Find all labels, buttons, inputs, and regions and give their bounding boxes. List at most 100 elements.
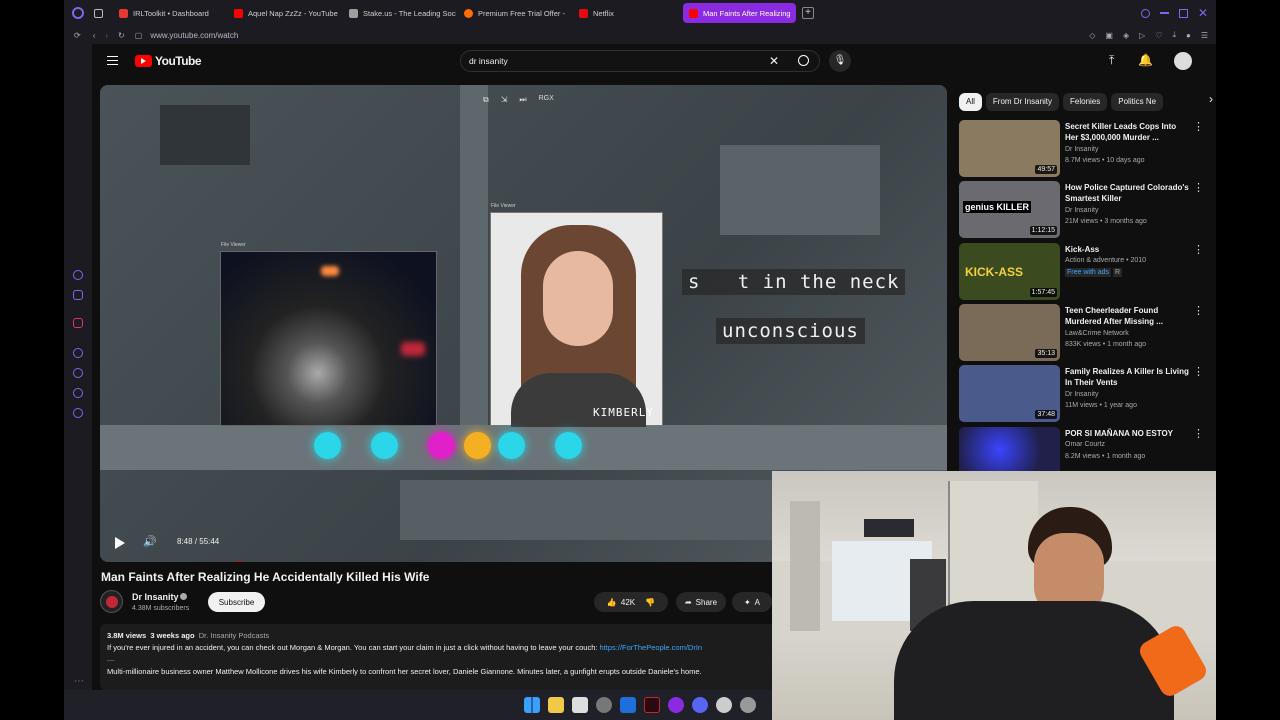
more-options-icon[interactable]: ⋮ bbox=[1193, 427, 1204, 440]
timeline-dot bbox=[428, 432, 455, 459]
search-input[interactable]: dr insanity ✕ bbox=[460, 50, 820, 72]
skip-icon[interactable]: ⏭ bbox=[519, 95, 526, 105]
close-icon[interactable]: ✕ bbox=[1198, 6, 1208, 20]
refresh-icon[interactable]: ↻ bbox=[118, 31, 125, 40]
description-link[interactable]: https://ForThePeople.com/DrIn bbox=[600, 643, 703, 652]
browser-logo-icon[interactable] bbox=[72, 7, 84, 19]
back-icon[interactable]: ‹ bbox=[93, 31, 96, 40]
more-options-icon[interactable]: ⋮ bbox=[1193, 304, 1204, 317]
timeline-dot bbox=[498, 432, 525, 459]
upload-icon[interactable]: ⤒ bbox=[1109, 53, 1114, 68]
bookmark-icon[interactable]: ◇ bbox=[1089, 31, 1095, 40]
more-options-icon[interactable]: ⋮ bbox=[1193, 181, 1204, 194]
tab-irltoolkit[interactable]: IRLToolkit • Dashboard bbox=[113, 3, 226, 23]
shield-icon[interactable]: ◈ bbox=[1123, 31, 1129, 40]
sidebar-more-icon[interactable]: ⋯ bbox=[74, 676, 84, 687]
editor-icon[interactable] bbox=[620, 697, 636, 713]
tab-premium-trial[interactable]: Premium Free Trial Offer - bbox=[458, 3, 571, 23]
screenshot-icon[interactable]: ▣ bbox=[1105, 31, 1113, 40]
related-video-item[interactable]: 37:48 Family Realizes A Killer Is Living… bbox=[959, 365, 1204, 422]
more-action-button[interactable]: ✦ A bbox=[732, 592, 772, 612]
like-button[interactable]: 👍 42K 👎 bbox=[594, 592, 668, 612]
verified-icon bbox=[180, 593, 187, 600]
new-tab-button[interactable]: + bbox=[802, 7, 814, 19]
gear-icon[interactable] bbox=[740, 697, 756, 713]
video-thumbnail[interactable]: 35:13 bbox=[959, 304, 1060, 361]
more-options-icon[interactable]: ⋮ bbox=[1193, 120, 1204, 133]
minimize-icon[interactable] bbox=[1159, 12, 1169, 14]
tab-netflix[interactable]: Netflix bbox=[573, 3, 681, 23]
rating-badge: R bbox=[1112, 268, 1123, 277]
browser-icon[interactable] bbox=[668, 697, 684, 713]
play-icon[interactable]: ▷ bbox=[1139, 31, 1145, 40]
sparkle-icon: ✦ bbox=[743, 597, 751, 607]
timeline-dot bbox=[314, 432, 341, 459]
youtube-logo[interactable]: YouTube bbox=[135, 54, 202, 68]
search-icon[interactable] bbox=[1140, 8, 1150, 18]
chips-next-icon[interactable]: › bbox=[1209, 92, 1213, 106]
more-options-icon[interactable]: ⋮ bbox=[1193, 365, 1204, 378]
premium-favicon-icon bbox=[464, 8, 473, 18]
related-video-item[interactable]: KICK-ASS 1:57:45 Kick-Ass Action & advent… bbox=[959, 243, 1204, 300]
copy-icon[interactable]: ⧉ bbox=[483, 95, 489, 105]
video-thumbnail[interactable]: 49:57 bbox=[959, 120, 1060, 177]
tab-stake[interactable]: Stake.us - The Leading Social bbox=[343, 3, 456, 23]
chat-icon[interactable] bbox=[73, 388, 83, 398]
forward-icon[interactable]: › bbox=[105, 31, 108, 40]
aria-icon[interactable] bbox=[73, 290, 83, 300]
hamburger-menu-icon[interactable] bbox=[107, 56, 118, 65]
maximize-icon[interactable] bbox=[1178, 8, 1188, 18]
related-video-item[interactable]: 35:13 Teen Cheerleader Found Murdered Af… bbox=[959, 304, 1204, 361]
file-explorer-icon[interactable] bbox=[548, 697, 564, 713]
chip-felonies[interactable]: Felonies bbox=[1063, 93, 1108, 111]
clear-search-icon[interactable]: ✕ bbox=[769, 54, 779, 68]
exit-icon[interactable]: ⇲ bbox=[501, 95, 508, 105]
discord-icon[interactable] bbox=[692, 697, 708, 713]
channel-avatar[interactable] bbox=[100, 590, 123, 613]
voice-search-button[interactable]: 🎙 bbox=[829, 50, 851, 72]
player-icon[interactable] bbox=[73, 348, 83, 358]
tab-overview-icon[interactable] bbox=[94, 8, 103, 18]
history-icon[interactable] bbox=[73, 368, 83, 378]
messenger-icon[interactable] bbox=[73, 270, 83, 280]
overlay-label: RGX bbox=[538, 95, 554, 102]
related-video-item[interactable]: 49:57 Secret Killer Leads Cops Into Her … bbox=[959, 120, 1204, 177]
channel-name[interactable]: Dr Insanity bbox=[132, 592, 179, 602]
settings-icon[interactable] bbox=[73, 408, 83, 418]
video-thumbnail[interactable]: genius KILLER 1:12:15 bbox=[959, 181, 1060, 238]
settings-icon[interactable] bbox=[596, 697, 612, 713]
store-icon[interactable] bbox=[572, 697, 588, 713]
chip-all[interactable]: All bbox=[959, 93, 982, 111]
windows-start-icon[interactable] bbox=[524, 697, 540, 713]
profile-icon[interactable]: ● bbox=[1186, 31, 1191, 40]
share-button[interactable]: ➦ Share bbox=[676, 592, 726, 612]
subscribe-button[interactable]: Subscribe bbox=[208, 592, 265, 612]
more-options-icon[interactable]: ⋮ bbox=[1193, 243, 1204, 256]
avatar[interactable] bbox=[1174, 52, 1192, 70]
download-icon[interactable]: ⤓ bbox=[1172, 30, 1176, 40]
menu-icon[interactable]: ☰ bbox=[1201, 31, 1208, 40]
steam-icon[interactable] bbox=[716, 697, 732, 713]
video-thumbnail[interactable]: KICK-ASS 1:57:45 bbox=[959, 243, 1060, 300]
chip-politics[interactable]: Politics Ne bbox=[1111, 93, 1164, 111]
search-button[interactable] bbox=[798, 55, 809, 66]
url-field[interactable]: www.youtube.com/watch bbox=[150, 31, 238, 40]
video-thumbnail[interactable]: 37:48 bbox=[959, 365, 1060, 422]
game-icon[interactable] bbox=[644, 697, 660, 713]
heart-icon[interactable]: ♡ bbox=[1155, 31, 1162, 40]
tab-aquel-nap[interactable]: Aquel Nap ZzZz - YouTube bbox=[228, 3, 341, 23]
volume-icon[interactable]: 🔊 bbox=[143, 535, 157, 548]
description-box[interactable]: 3.8M views 3 weeks ago Dr. Insanity Podc… bbox=[100, 624, 860, 690]
bodycam-footage bbox=[221, 252, 436, 425]
dislike-icon[interactable]: 👎 bbox=[645, 598, 655, 607]
notifications-icon[interactable]: 🔔 bbox=[1138, 53, 1153, 67]
instagram-icon[interactable] bbox=[73, 318, 83, 328]
description-tag[interactable]: Dr. Insanity Podcasts bbox=[199, 631, 269, 640]
road bbox=[460, 85, 488, 425]
reload-icon[interactable]: ⟳ bbox=[74, 31, 81, 40]
tab-man-faints[interactable]: Man Faints After Realizing bbox=[683, 3, 796, 23]
chip-from-dr-insanity[interactable]: From Dr Insanity bbox=[985, 93, 1060, 111]
upload-date: 3 weeks ago bbox=[150, 631, 195, 640]
play-button[interactable] bbox=[115, 537, 125, 549]
related-video-item[interactable]: genius KILLER 1:12:15 How Police Captured… bbox=[959, 181, 1204, 238]
